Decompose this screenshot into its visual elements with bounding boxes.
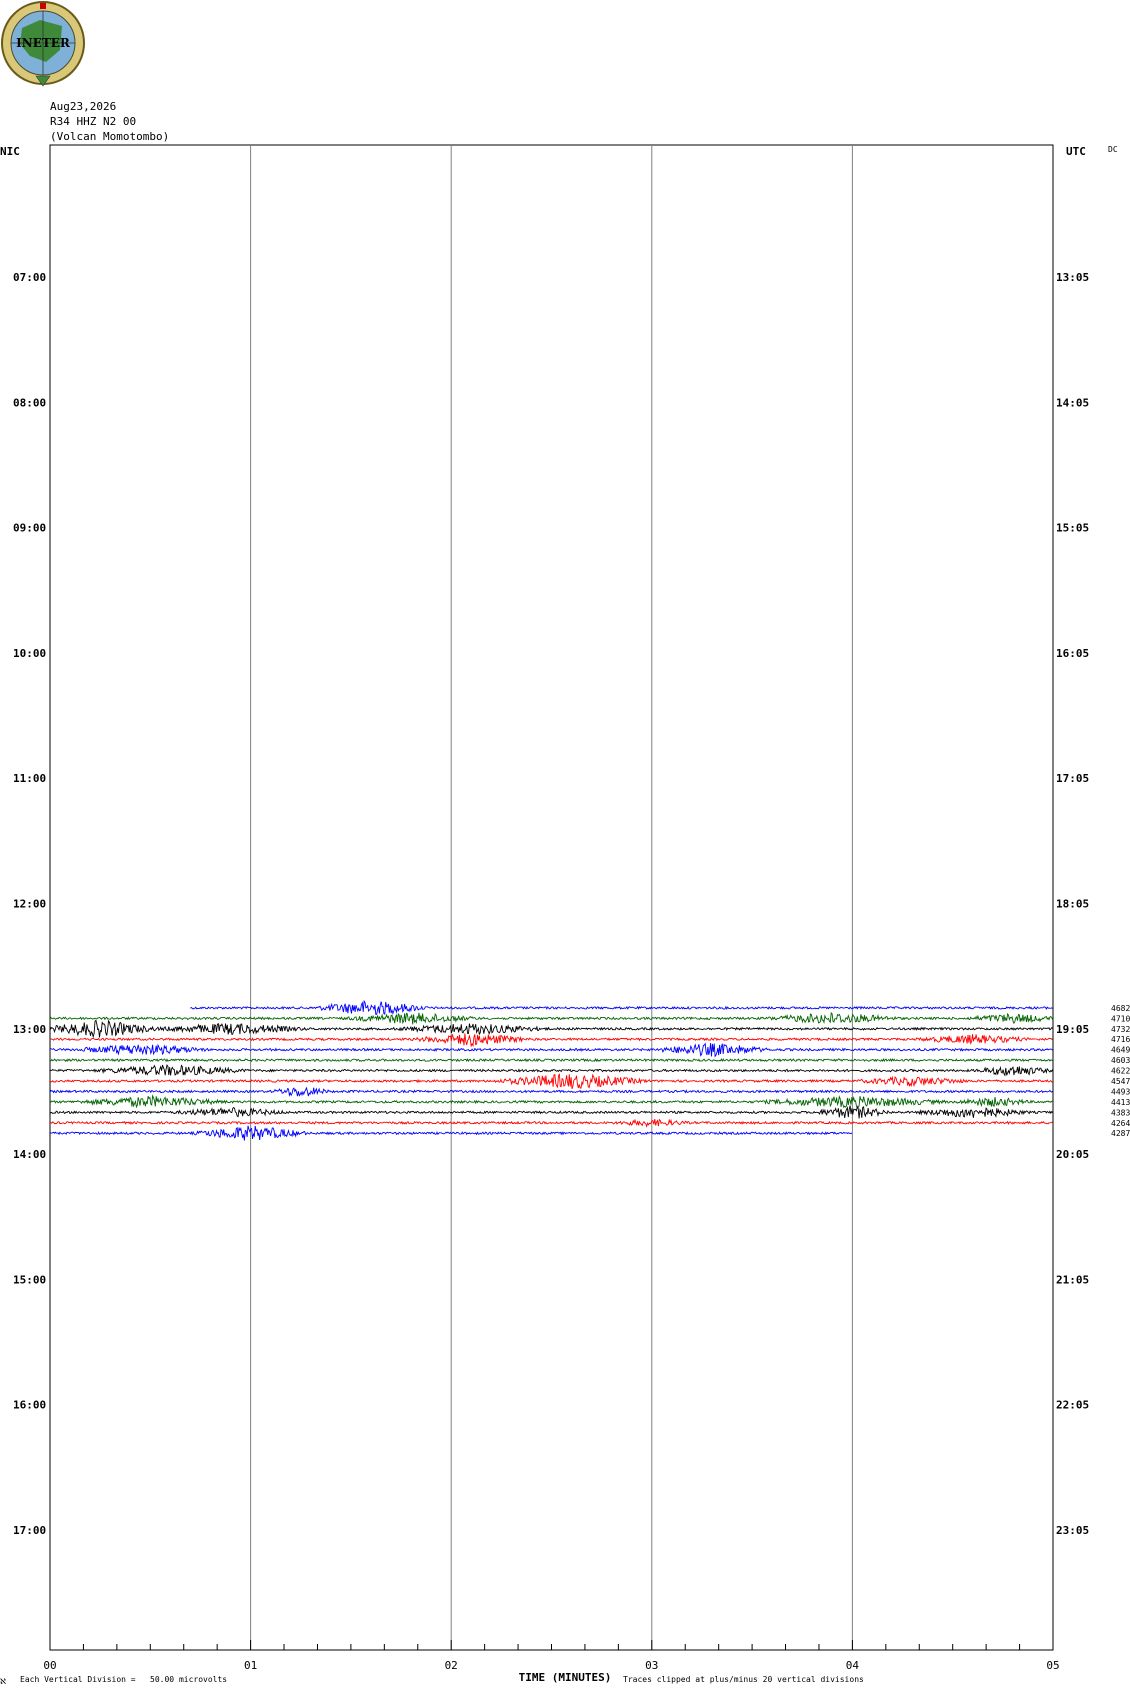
left-time-label: 14:00 [13, 1148, 46, 1161]
right-time-label: 18:05 [1056, 898, 1089, 911]
time-labels: 07:00 08:00 09:00 10:00 11:00 12:00 13:00 14:00… [13, 271, 1089, 1537]
trace-value: 44136 [1111, 1098, 1130, 1107]
right-time-label: 19:05 [1056, 1023, 1089, 1036]
left-time-label: 10:00 [13, 647, 46, 660]
trace-line [49, 1105, 1053, 1119]
right-time-label: 20:05 [1056, 1148, 1089, 1161]
right-time-label: 13:05 [1056, 271, 1089, 284]
x-tick-label: 04 [846, 1659, 860, 1672]
x-tick-label: 00 [43, 1659, 56, 1672]
vertical-grid [250, 145, 853, 1650]
left-time-label: 11:00 [13, 772, 46, 785]
trace-value: 43837 [1111, 1108, 1130, 1117]
trace-value: 46229 [1111, 1067, 1130, 1076]
left-time-label: 13:00 [13, 1023, 46, 1036]
left-time-label: 15:00 [13, 1273, 46, 1286]
x-tick-label: 02 [445, 1659, 458, 1672]
clip-note: Traces clipped at plus/minus 20 vertical… [623, 1675, 864, 1684]
right-time-label: 15:05 [1056, 522, 1089, 535]
trace-value: 47160 [1111, 1035, 1130, 1044]
x-tick-label: 01 [244, 1659, 257, 1672]
x-axis-ticks: 00 01 02 03 04 05 [43, 1640, 1060, 1672]
left-time-label: 17:00 [13, 1524, 46, 1537]
x-tick-label: 05 [1046, 1659, 1059, 1672]
trace-line [49, 1042, 1053, 1058]
right-time-label: 23:05 [1056, 1524, 1089, 1537]
trace-value: 42649 [1111, 1119, 1130, 1128]
trace-value: 46035 [1111, 1056, 1130, 1065]
right-time-label: 21:05 [1056, 1273, 1089, 1286]
trace-values: 4682647109 4732047160 4649146035 4622945476… [1111, 1004, 1130, 1138]
trace-line [49, 1094, 1053, 1109]
trace-value: 44935 [1111, 1087, 1130, 1096]
trace-line [49, 1011, 1053, 1025]
trace-value: 46491 [1111, 1046, 1130, 1055]
right-time-label: 17:05 [1056, 772, 1089, 785]
left-time-label: 07:00 [13, 271, 46, 284]
left-time-label: 12:00 [13, 898, 46, 911]
trace-line [49, 1073, 1053, 1090]
trace-line [49, 1118, 1053, 1128]
right-time-label: 16:05 [1056, 647, 1089, 660]
helicorder-plot: 00 01 02 03 04 05 07:00 08:00 09:00 10:00 11:00 12… [13, 144, 1130, 1684]
trace-line [190, 999, 1053, 1015]
trace-value: 47320 [1111, 1025, 1130, 1034]
x-tick-label: 03 [645, 1659, 658, 1672]
trace-line [49, 1019, 1053, 1039]
right-time-label: 22:05 [1056, 1399, 1089, 1412]
trace-value: 47109 [1111, 1014, 1130, 1023]
left-time-label: 09:00 [13, 522, 46, 535]
scale-note: Each Vertical Division = 50.00 microvolt… [20, 1675, 228, 1684]
trace-value: 45476 [1111, 1077, 1130, 1086]
right-time-label: 14:05 [1056, 396, 1089, 409]
trace-line [49, 1058, 1053, 1063]
trace-line [49, 1033, 1053, 1048]
trace-line [49, 1064, 1054, 1077]
trace-line [49, 1086, 1053, 1097]
left-time-label: 16:00 [13, 1399, 46, 1412]
trace-value: 46826 [1111, 1004, 1130, 1013]
seismic-traces [49, 999, 1054, 1141]
plot-frame [49, 144, 1054, 1651]
corner-mark: ℵ [0, 1677, 6, 1686]
left-time-label: 08:00 [13, 396, 46, 409]
x-axis-label: TIME (MINUTES) [519, 1671, 612, 1684]
trace-value: 42876 [1111, 1129, 1130, 1138]
